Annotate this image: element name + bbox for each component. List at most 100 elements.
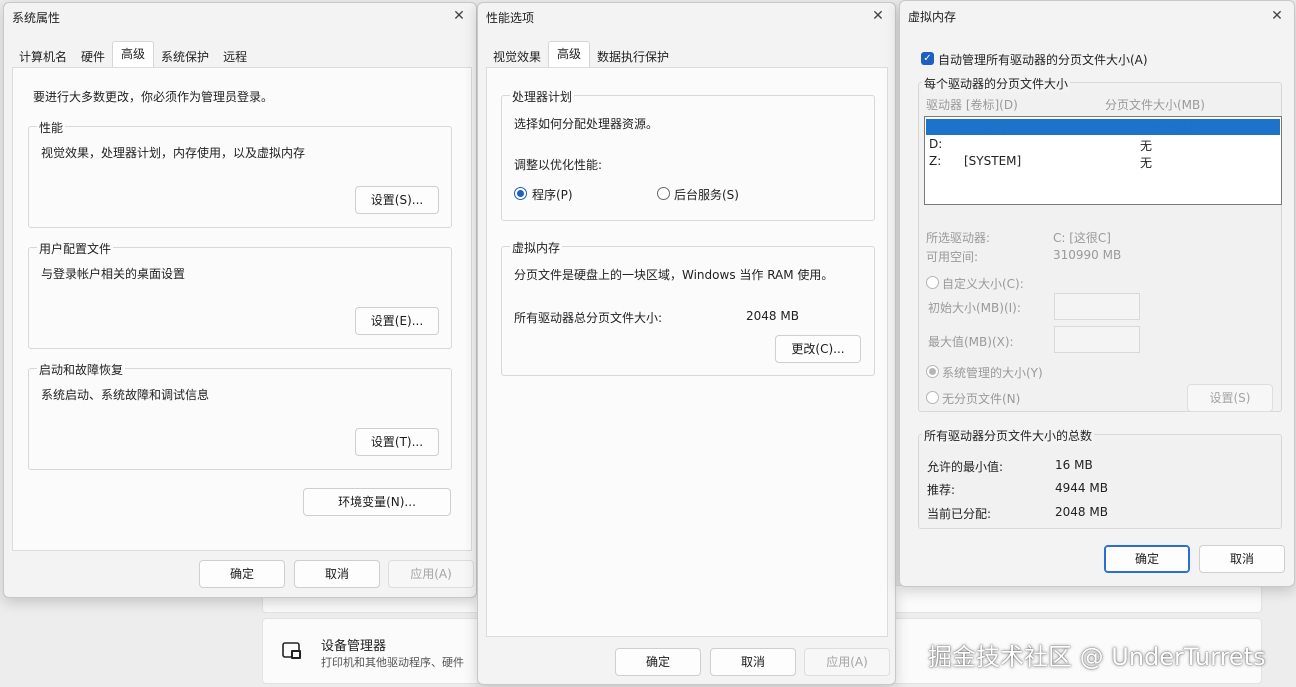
tab-panel: 处理器计划 选择如何分配处理器资源。 调整以优化性能: 程序(P) 后台服务(S… xyxy=(486,67,888,637)
programs-radio-label: 程序(P) xyxy=(532,188,573,202)
drive-label: [SYSTEM] xyxy=(964,154,1022,168)
drive-label: [这很C] xyxy=(964,122,1006,136)
cancel-button[interactable]: 取消 xyxy=(294,560,380,588)
admin-notice: 要进行大多数更改，你必须作为管理员登录。 xyxy=(33,90,274,104)
cancel-button[interactable]: 取消 xyxy=(710,648,796,676)
system-managed-label: 系统管理的大小(Y) xyxy=(942,366,1043,380)
apply-button[interactable]: 应用(A) xyxy=(388,560,474,588)
tab-strip: 视觉效果 高级 数据执行保护 xyxy=(486,41,676,69)
performance-options-dialog: 性能选项 ✕ 视觉效果 高级 数据执行保护 处理器计划 选择如何分配处理器资源。… xyxy=(477,2,896,685)
ok-button[interactable]: 确定 xyxy=(199,560,285,588)
set-button[interactable]: 设置(S) xyxy=(1187,384,1273,412)
tab-remote[interactable]: 远程 xyxy=(216,43,254,69)
watermark-text: 掘金技术社区 @ UnderTurrets xyxy=(928,643,1266,671)
size-column-header: 分页文件大小(MB) xyxy=(1105,98,1205,112)
close-icon[interactable]: ✕ xyxy=(1268,7,1286,25)
ok-button[interactable]: 确定 xyxy=(615,648,701,676)
initial-size-input[interactable] xyxy=(1054,293,1140,320)
auto-manage-checkbox[interactable]: ✓ xyxy=(921,52,934,65)
dialog-title: 性能选项 xyxy=(486,11,535,25)
user-profiles-desc: 与登录帐户相关的桌面设置 xyxy=(41,267,186,281)
close-icon[interactable]: ✕ xyxy=(450,7,468,25)
performance-group: 性能 视觉效果，处理器计划，内存使用，以及虚拟内存 设置(S)... xyxy=(28,119,452,228)
background-services-radio[interactable] xyxy=(657,187,670,200)
drive-size: 无 xyxy=(1140,156,1153,170)
system-managed-radio[interactable] xyxy=(926,365,939,378)
min-allowed-value: 16 MB xyxy=(1055,458,1093,472)
startup-recovery-group: 启动和故障恢复 系统启动、系统故障和调试信息 设置(T)... xyxy=(28,361,452,470)
ok-button[interactable]: 确定 xyxy=(1104,545,1190,573)
drive-letter: Z: xyxy=(929,154,942,168)
drive-letter: C: xyxy=(929,120,942,134)
device-manager-title: 设备管理器 xyxy=(321,639,387,654)
free-space-label: 可用空间: xyxy=(926,250,979,264)
recommended-label: 推荐: xyxy=(927,483,956,497)
processor-scheduling-label: 处理器计划 xyxy=(510,88,575,105)
totals-label: 所有驱动器分页文件大小的总数 xyxy=(922,427,1095,444)
max-size-label: 最大值(MB)(X): xyxy=(928,335,1014,349)
user-profiles-group: 用户配置文件 与登录帐户相关的桌面设置 设置(E)... xyxy=(28,240,452,349)
system-properties-dialog: 系统属性 ✕ 计算机名 硬件 高级 系统保护 远程 要进行大多数更改，你必须作为… xyxy=(3,2,477,598)
selected-drive-value: C: [这很C] xyxy=(1053,231,1111,245)
device-manager-icon xyxy=(281,641,303,661)
user-profiles-label: 用户配置文件 xyxy=(37,240,114,257)
startup-recovery-label: 启动和故障恢复 xyxy=(37,361,126,378)
tab-advanced[interactable]: 高级 xyxy=(112,41,155,69)
drive-column-header: 驱动器 [卷标](D) xyxy=(926,98,1018,112)
tab-panel: 要进行大多数更改，你必须作为管理员登录。 性能 视觉效果，处理器计划，内存使用，… xyxy=(12,67,472,551)
startup-recovery-desc: 系统启动、系统故障和调试信息 xyxy=(41,388,210,402)
tab-system-protection[interactable]: 系统保护 xyxy=(154,43,216,69)
max-size-input[interactable] xyxy=(1054,326,1140,353)
tab-visual-effects[interactable]: 视觉效果 xyxy=(486,43,548,69)
free-space-value: 310990 MB xyxy=(1053,248,1122,262)
no-paging-label: 无分页文件(N) xyxy=(942,392,1021,406)
per-drive-label: 每个驱动器的分页文件大小 xyxy=(922,75,1071,92)
tab-strip: 计算机名 硬件 高级 系统保护 远程 xyxy=(12,41,254,69)
no-paging-radio[interactable] xyxy=(926,391,939,404)
dialog-title: 虚拟内存 xyxy=(908,10,957,24)
performance-desc: 视觉效果，处理器计划，内存使用，以及虚拟内存 xyxy=(41,146,306,160)
drive-letter: D: xyxy=(929,137,943,151)
performance-settings-button[interactable]: 设置(S)... xyxy=(355,186,439,214)
drive-size: 无 xyxy=(1140,139,1153,153)
apply-button[interactable]: 应用(A) xyxy=(804,648,890,676)
min-allowed-label: 允许的最小值: xyxy=(927,460,1004,474)
user-profiles-settings-button[interactable]: 设置(E)... xyxy=(355,307,439,335)
change-virtual-memory-button[interactable]: 更改(C)... xyxy=(775,335,861,363)
custom-size-radio[interactable] xyxy=(926,276,939,289)
device-manager-subtitle: 打印机和其他驱动程序、硬件 xyxy=(321,656,464,669)
drive-row-z[interactable]: Z: [SYSTEM] 无 xyxy=(926,153,1280,170)
total-paging-value: 2048 MB xyxy=(746,309,799,323)
tab-computer-name[interactable]: 计算机名 xyxy=(12,43,74,69)
processor-scheduling-group: 处理器计划 选择如何分配处理器资源。 调整以优化性能: 程序(P) 后台服务(S… xyxy=(501,88,875,221)
close-icon[interactable]: ✕ xyxy=(869,7,887,25)
custom-size-label: 自定义大小(C): xyxy=(942,277,1024,291)
auto-manage-label: 自动管理所有驱动器的分页文件大小(A) xyxy=(938,53,1148,67)
drive-size: 托管的系统 xyxy=(1140,122,1201,136)
startup-settings-button[interactable]: 设置(T)... xyxy=(355,428,439,456)
cancel-button[interactable]: 取消 xyxy=(1199,545,1285,573)
allocated-value: 2048 MB xyxy=(1055,505,1108,519)
initial-size-label: 初始大小(MB)(I): xyxy=(928,301,1021,315)
drive-list[interactable]: C: [这很C] 托管的系统 D: 无 Z: [SYSTEM] 无 xyxy=(924,116,1282,205)
tab-data-execution-prevention[interactable]: 数据执行保护 xyxy=(590,43,676,69)
drive-row-c[interactable]: C: [这很C] 托管的系统 xyxy=(926,119,1280,136)
virtual-memory-dialog: 虚拟内存 ✕ ✓ 自动管理所有驱动器的分页文件大小(A) 每个驱动器的分页文件大… xyxy=(899,0,1295,587)
tab-hardware[interactable]: 硬件 xyxy=(74,43,112,69)
virtual-memory-desc: 分页文件是硬盘上的一块区域，Windows 当作 RAM 使用。 xyxy=(514,268,834,282)
totals-group: 所有驱动器分页文件大小的总数 允许的最小值: 16 MB 推荐: 4944 MB… xyxy=(918,427,1282,529)
drive-row-d[interactable]: D: 无 xyxy=(926,136,1280,153)
performance-label: 性能 xyxy=(37,119,66,136)
processor-scheduling-desc: 选择如何分配处理器资源。 xyxy=(514,117,659,131)
optimize-label: 调整以优化性能: xyxy=(514,158,603,172)
background-services-radio-label: 后台服务(S) xyxy=(674,188,739,202)
environment-variables-button[interactable]: 环境变量(N)... xyxy=(303,488,451,516)
total-paging-label: 所有驱动器总分页文件大小: xyxy=(514,311,663,325)
per-drive-group: 每个驱动器的分页文件大小 驱动器 [卷标](D) 分页文件大小(MB) C: [… xyxy=(918,75,1282,412)
selected-drive-label: 所选驱动器: xyxy=(926,231,991,245)
dialog-title: 系统属性 xyxy=(12,11,61,25)
virtual-memory-label: 虚拟内存 xyxy=(510,239,563,256)
tab-advanced[interactable]: 高级 xyxy=(548,41,591,69)
virtual-memory-group: 虚拟内存 分页文件是硬盘上的一块区域，Windows 当作 RAM 使用。 所有… xyxy=(501,239,875,376)
programs-radio[interactable] xyxy=(514,187,527,200)
